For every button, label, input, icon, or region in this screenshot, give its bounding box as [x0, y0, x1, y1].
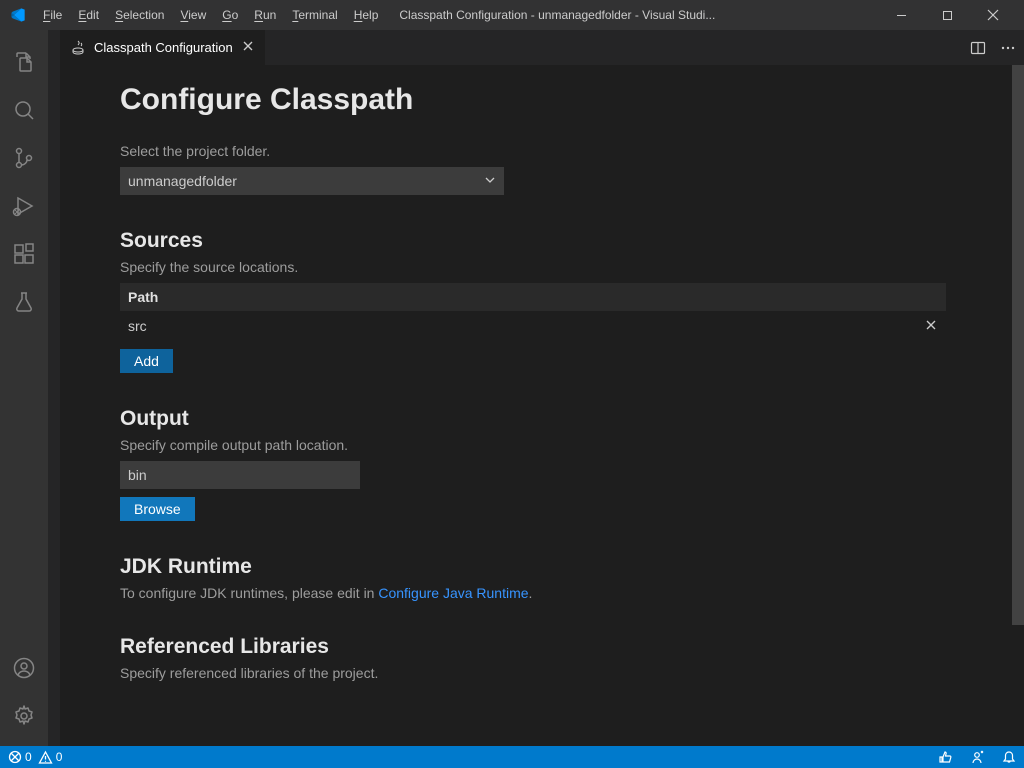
editor-content: Configure Classpath Select the project f… [60, 65, 1024, 746]
vscode-logo-icon [10, 7, 26, 23]
maximize-button[interactable] [924, 0, 970, 30]
menu-help[interactable]: Help [347, 4, 386, 26]
source-control-icon[interactable] [0, 134, 48, 182]
error-count: 0 [25, 750, 32, 764]
testing-icon[interactable] [0, 278, 48, 326]
project-select[interactable]: unmanagedfolder [120, 167, 504, 195]
menu-go[interactable]: Go [215, 4, 245, 26]
source-path-value: src [128, 318, 147, 334]
status-feedback-icon[interactable] [970, 750, 984, 764]
sources-heading: Sources [120, 229, 964, 253]
jdk-text-prefix: To configure JDK runtimes, please edit i… [120, 585, 378, 601]
explorer-icon[interactable] [0, 38, 48, 86]
accounts-icon[interactable] [0, 644, 48, 692]
warning-count: 0 [56, 750, 63, 764]
page-title: Configure Classpath [120, 83, 964, 117]
menu-edit[interactable]: Edit [71, 4, 106, 26]
table-row[interactable]: src [120, 311, 946, 341]
menu-bar: File Edit Selection View Go Run Terminal… [36, 4, 385, 26]
jdk-text: To configure JDK runtimes, please edit i… [120, 585, 964, 601]
search-icon[interactable] [0, 86, 48, 134]
status-bell-icon[interactable] [1002, 750, 1016, 764]
status-problems[interactable]: 0 [8, 750, 32, 764]
menu-selection[interactable]: Selection [108, 4, 171, 26]
add-button[interactable]: Add [120, 349, 173, 373]
output-heading: Output [120, 407, 964, 431]
referenced-libs-heading: Referenced Libraries [120, 635, 964, 659]
remove-icon[interactable] [924, 318, 938, 335]
status-thumbs-icon[interactable] [938, 750, 952, 764]
col-path: Path [128, 289, 158, 305]
vertical-scrollbar[interactable] [1012, 65, 1024, 746]
activity-bar [0, 30, 48, 746]
menu-file[interactable]: File [36, 4, 69, 26]
extensions-icon[interactable] [0, 230, 48, 278]
editor-group: Classpath Configuration Configure Classp… [60, 30, 1024, 746]
split-editor-icon[interactable] [970, 40, 986, 56]
tab-label: Classpath Configuration [94, 40, 233, 55]
jdk-heading: JDK Runtime [120, 555, 964, 579]
status-warnings[interactable]: 0 [38, 750, 63, 765]
menu-run[interactable]: Run [247, 4, 283, 26]
browse-button[interactable]: Browse [120, 497, 195, 521]
close-button[interactable] [970, 0, 1016, 30]
output-path-input[interactable]: bin [120, 461, 360, 489]
settings-gear-icon[interactable] [0, 692, 48, 740]
menu-terminal[interactable]: Terminal [285, 4, 344, 26]
more-actions-icon[interactable] [1000, 40, 1016, 56]
sources-subtext: Specify the source locations. [120, 259, 964, 275]
java-project-icon [70, 40, 86, 56]
jdk-text-suffix: . [529, 585, 533, 601]
output-subtext: Specify compile output path location. [120, 437, 964, 453]
referenced-libs-subtext: Specify referenced libraries of the proj… [120, 665, 964, 681]
sources-table-header: Path [120, 283, 946, 311]
main-area: Classpath Configuration Configure Classp… [0, 30, 1024, 746]
title-bar: File Edit Selection View Go Run Terminal… [0, 0, 1024, 30]
close-icon[interactable] [241, 39, 255, 57]
minimize-button[interactable] [878, 0, 924, 30]
status-bar: 0 0 [0, 746, 1024, 768]
window-controls [878, 0, 1016, 30]
scrollbar-thumb[interactable] [1012, 65, 1024, 625]
project-prompt: Select the project folder. [120, 143, 964, 159]
menu-view[interactable]: View [173, 4, 213, 26]
configure-java-runtime-link[interactable]: Configure Java Runtime [378, 585, 528, 601]
run-debug-icon[interactable] [0, 182, 48, 230]
window-title: Classpath Configuration - unmanagedfolde… [385, 8, 878, 22]
tab-classpath-config[interactable]: Classpath Configuration [60, 30, 265, 65]
project-selected-value: unmanagedfolder [128, 173, 237, 189]
chevron-down-icon [484, 173, 496, 189]
tab-bar: Classpath Configuration [60, 30, 1024, 65]
output-path-value: bin [128, 467, 147, 483]
sidebar-placeholder [48, 30, 60, 746]
